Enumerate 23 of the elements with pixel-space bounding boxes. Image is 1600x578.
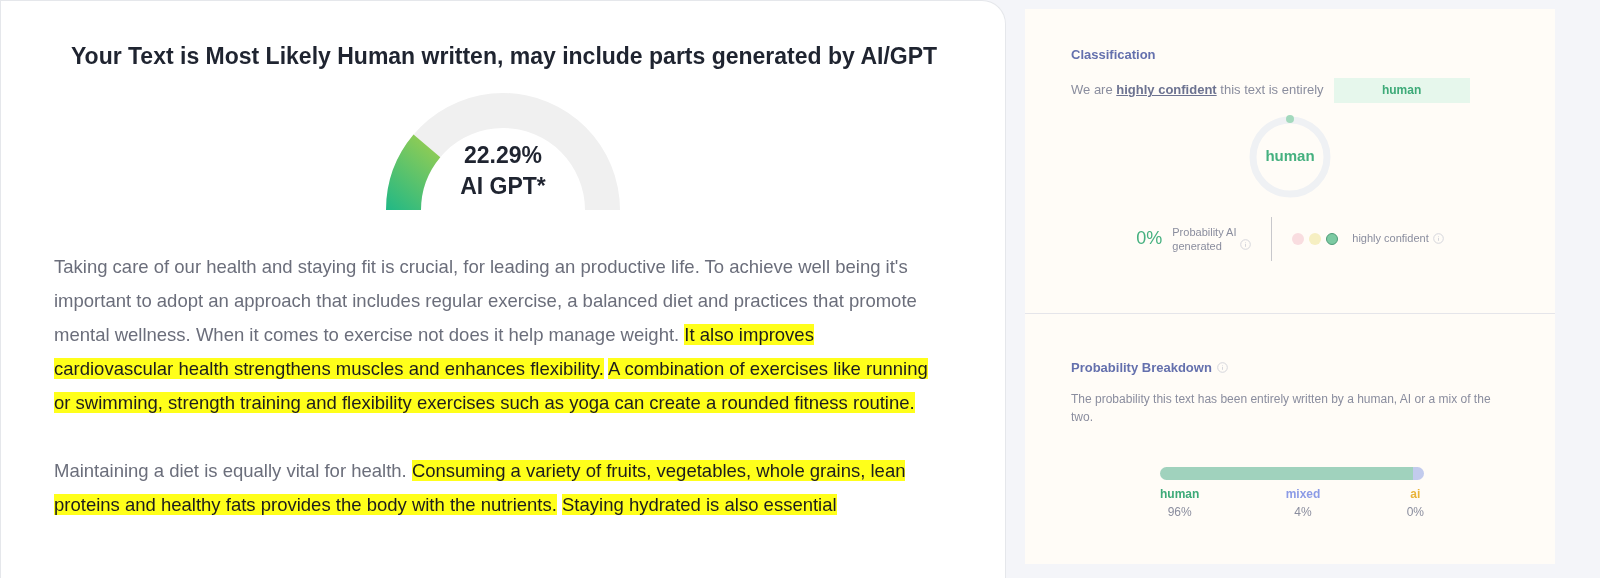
legend-label: mixed <box>1285 485 1321 503</box>
section-heading: Classification <box>1071 46 1157 64</box>
info-icon[interactable] <box>1240 239 1252 250</box>
info-icon[interactable] <box>1216 362 1228 374</box>
legend-value: 0% <box>1406 503 1424 521</box>
text-paragraph: Maintaining a diet is equally vital for health. Consuming a variety of fruits, vegetables, whole grains, lean proteins and healthy fats provides the body with the nutrients. Staying hydrated is also essential <box>54 458 907 517</box>
section-heading: Probability Breakdown <box>1071 359 1212 377</box>
legend-label: ai <box>1410 485 1421 503</box>
legend-value: 4% <box>1294 503 1312 521</box>
gauge-percent: 22.29% <box>464 140 542 170</box>
confidence-statement: We are highly confident this text is entirely <box>1071 81 1324 100</box>
info-icon[interactable] <box>1432 233 1444 244</box>
result-title: Your Text is Most Likely Human written, may include parts generated by AI/GPT <box>69 42 939 71</box>
probability-value: 0% <box>1136 227 1163 250</box>
confidence-label: highly confident <box>1352 231 1429 247</box>
gauge-label: AI GPT* <box>460 171 546 201</box>
breakdown-description: The probability this text has been entirely written by a human, AI or a mix of the two. <box>1071 390 1492 426</box>
legend-value: 96% <box>1167 503 1192 521</box>
ring-label: human <box>1265 146 1315 167</box>
text-paragraph: Taking care of our health and staying fit is crucial, for leading an productive life. To achieve well being it's important to adopt an approach that includes regular exercise, a balanced diet and practices that promote mental wellness. When it comes to exercise not does it help manage weight. It also improves cardiovascular health strengthens muscles and enhances flexibility. A combination of exercises like running or swimming, strength training and flexibility exercises such as yoga can create a rounded fitness routine. <box>54 254 929 415</box>
verdict-badge: human <box>1333 77 1470 103</box>
probability-label: Probability AI generated <box>1172 224 1238 253</box>
legend-label: human <box>1160 485 1200 503</box>
